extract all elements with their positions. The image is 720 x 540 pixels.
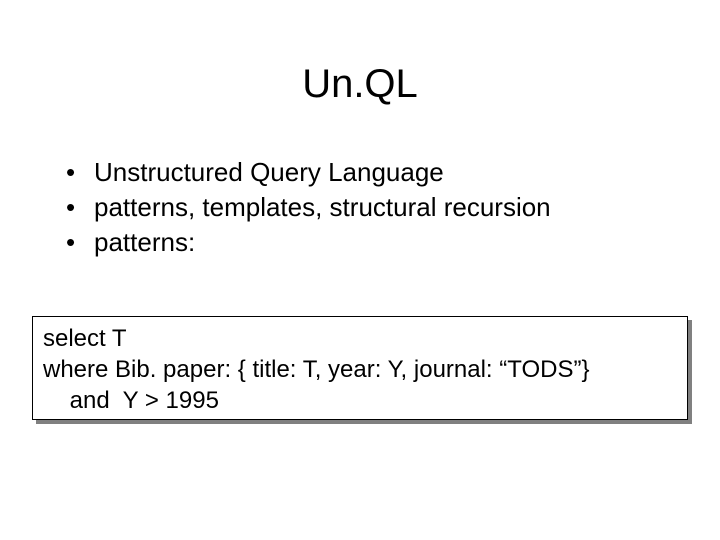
bullet-item: Unstructured Query Language bbox=[62, 155, 680, 190]
bullet-item: patterns, templates, structural recursio… bbox=[62, 190, 680, 225]
code-box: select T where Bib. paper: { title: T, y… bbox=[32, 316, 688, 420]
slide-title: Un.QL bbox=[0, 0, 720, 155]
code-line: select T bbox=[43, 323, 677, 354]
bullet-list: Unstructured Query Language patterns, te… bbox=[0, 155, 720, 260]
code-line: and Y > 1995 bbox=[43, 385, 677, 416]
code-line: where Bib. paper: { title: T, year: Y, j… bbox=[43, 354, 677, 385]
bullet-item: patterns: bbox=[62, 225, 680, 260]
